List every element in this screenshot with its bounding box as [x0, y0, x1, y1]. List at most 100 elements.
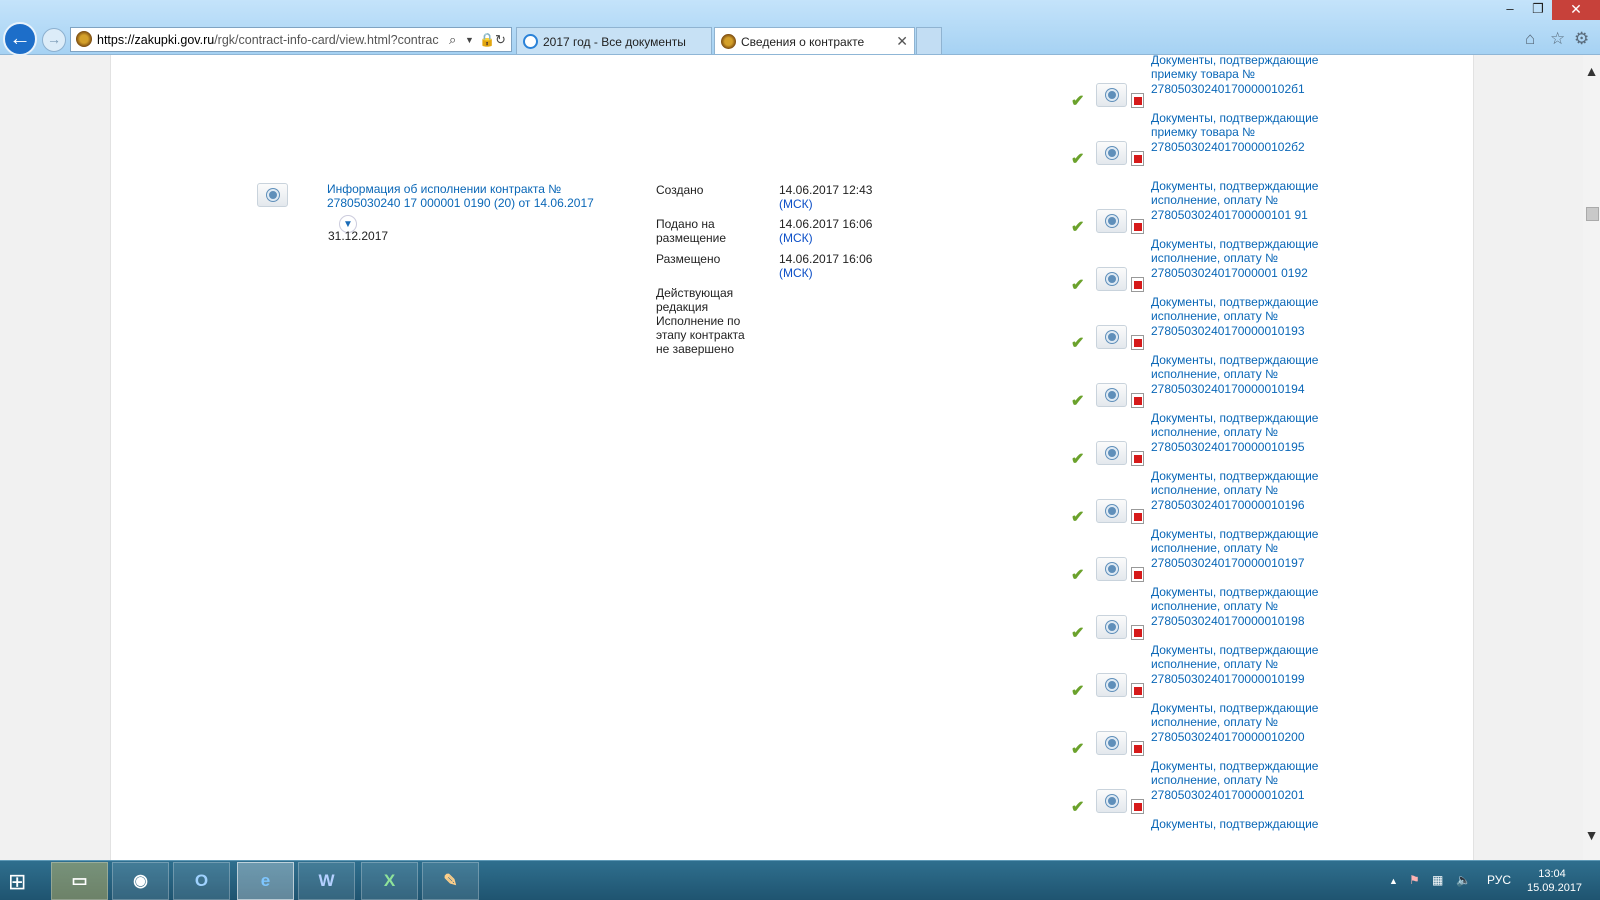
pdf-icon[interactable] — [1131, 509, 1144, 524]
pdf-icon[interactable] — [1131, 93, 1144, 108]
execution-info-link[interactable]: Информация об исполнении контракта № 278… — [327, 182, 617, 210]
pdf-icon[interactable] — [1131, 219, 1144, 234]
ie-icon — [523, 34, 538, 49]
url-host: https://zakupki.gov.ru — [97, 33, 215, 47]
word-icon[interactable]: W — [298, 862, 355, 900]
document-link[interactable]: Документы, подтверждающие исполнение, оп… — [1151, 585, 1351, 628]
clock-date: 15.09.2017 — [1527, 882, 1583, 894]
document-link[interactable]: Документы, подтверждающие исполнение, оп… — [1151, 353, 1351, 396]
signature-button[interactable] — [1096, 325, 1127, 349]
signature-button[interactable] — [1096, 615, 1127, 639]
document-link[interactable]: Документы, подтверждающие исполнение, оп… — [1151, 701, 1351, 744]
signature-button[interactable] — [1096, 441, 1127, 465]
close-tab-icon[interactable]: ✕ — [896, 33, 908, 50]
document-link[interactable]: Документы, подтверждающие исполнение, оп… — [1151, 237, 1351, 280]
back-button[interactable]: ← — [3, 22, 37, 56]
signature-button[interactable] — [1096, 789, 1127, 813]
network-icon[interactable]: ▦ — [1432, 873, 1443, 887]
record-date: 31.12.2017 — [328, 229, 389, 243]
clock-time: 13:04 — [1538, 868, 1566, 880]
excel-icon[interactable]: X — [361, 862, 418, 900]
flag-icon[interactable]: ⚑ — [1409, 873, 1420, 887]
pdf-icon[interactable] — [1131, 335, 1144, 350]
signature-button[interactable] — [1096, 267, 1127, 291]
signature-button[interactable] — [1096, 557, 1127, 581]
pdf-icon[interactable] — [1131, 625, 1144, 640]
document-link[interactable]: Документы, подтверждающие исполнение, оп… — [1151, 179, 1351, 222]
seal-icon — [267, 189, 279, 201]
pdf-icon[interactable] — [1131, 277, 1144, 292]
internet-explorer-icon[interactable]: e — [237, 862, 294, 900]
document-link[interactable]: Документы, подтверждающие приемку товара… — [1151, 111, 1351, 154]
tab-label: Сведения о контракте — [741, 35, 865, 49]
signature-button[interactable] — [1096, 383, 1127, 407]
signature-button[interactable] — [1096, 673, 1127, 697]
home-icon[interactable]: ⌂ — [1525, 29, 1535, 49]
edition-status: Действующая редакция Исполнение по этапу… — [656, 286, 745, 356]
value-submitted: 14.06.2017 16:06 (МСК) — [779, 217, 872, 245]
pdf-icon[interactable] — [1131, 799, 1144, 814]
document-link[interactable]: Документы, подтверждающие приемку товара… — [1151, 55, 1351, 96]
pdf-icon[interactable] — [1131, 683, 1144, 698]
document-link[interactable]: Документы, подтверждающие исполнение, оп… — [1151, 759, 1351, 802]
paint-icon[interactable]: ✎ — [422, 862, 479, 900]
pdf-icon[interactable] — [1131, 567, 1144, 582]
scroll-up-icon[interactable]: ▲ — [1583, 63, 1600, 79]
tray-expand-icon[interactable]: ▲ — [1389, 876, 1398, 886]
close-window-button[interactable]: ✕ — [1552, 0, 1600, 20]
document-link[interactable]: Документы, подтверждающие — [1151, 817, 1351, 831]
submitted-time: 14.06.2017 16:06 — [779, 217, 873, 231]
tab-contract-info[interactable]: Сведения о контракте ✕ — [714, 27, 915, 54]
refresh-icon[interactable]: ↻ — [495, 32, 506, 48]
vertical-scrollbar[interactable]: ▲ ▼ — [1583, 55, 1600, 860]
seal-icon — [1106, 389, 1118, 401]
pdf-icon[interactable] — [1131, 741, 1144, 756]
language-indicator[interactable]: РУС — [1487, 873, 1511, 887]
pdf-icon[interactable] — [1131, 151, 1144, 166]
label-published: Размещено — [656, 252, 721, 266]
restore-button[interactable]: ❐ — [1524, 0, 1552, 20]
gear-icon[interactable]: ⚙ — [1574, 29, 1589, 49]
lock-icon[interactable]: 🔒 — [479, 32, 495, 48]
signature-button[interactable] — [257, 183, 288, 207]
tab-all-documents[interactable]: 2017 год - Все документы — [516, 27, 712, 54]
check-icon: ✔ — [1071, 151, 1085, 168]
speaker-muted-icon[interactable]: 🔈 — [1456, 873, 1471, 887]
signature-button[interactable] — [1096, 209, 1127, 233]
document-link[interactable]: Документы, подтверждающие исполнение, оп… — [1151, 643, 1351, 686]
site-emblem-icon — [76, 31, 92, 47]
windows-start-icon[interactable]: ⊞ — [8, 869, 36, 895]
dropdown-arrow-icon[interactable]: ▼ — [465, 35, 474, 45]
search-icon[interactable]: ⌕ — [449, 32, 456, 48]
check-icon: ✔ — [1071, 509, 1085, 526]
outlook-icon[interactable]: O — [173, 862, 230, 900]
url-text[interactable]: https://zakupki.gov.ru/rgk/contract-info… — [97, 33, 442, 47]
address-bar[interactable]: https://zakupki.gov.ru/rgk/contract-info… — [70, 27, 512, 52]
document-link[interactable]: Документы, подтверждающие исполнение, оп… — [1151, 295, 1351, 338]
url-path: /rgk/contract-info-card/view.html?contra… — [214, 33, 439, 47]
check-icon: ✔ — [1071, 683, 1085, 700]
file-explorer-icon[interactable]: ▭ — [51, 862, 108, 900]
seal-icon — [1106, 331, 1118, 343]
minimize-button[interactable]: – — [1496, 0, 1524, 20]
chrome-icon[interactable]: ◉ — [112, 862, 169, 900]
document-link[interactable]: Документы, подтверждающие исполнение, оп… — [1151, 527, 1351, 570]
signature-button[interactable] — [1096, 141, 1127, 165]
signature-button[interactable] — [1096, 731, 1127, 755]
label-created: Создано — [656, 183, 704, 197]
new-tab-button[interactable] — [916, 27, 942, 54]
scroll-down-icon[interactable]: ▼ — [1583, 827, 1600, 843]
document-link[interactable]: Документы, подтверждающие исполнение, оп… — [1151, 411, 1351, 454]
forward-button[interactable]: → — [42, 28, 66, 52]
signature-button[interactable] — [1096, 83, 1127, 107]
pdf-icon[interactable] — [1131, 451, 1144, 466]
check-icon: ✔ — [1071, 393, 1085, 410]
favorites-icon[interactable]: ☆ — [1550, 29, 1565, 49]
clock[interactable]: 13:04 15.09.2017 — [1527, 867, 1583, 895]
signature-button[interactable] — [1096, 499, 1127, 523]
scroll-thumb[interactable] — [1586, 207, 1599, 221]
seal-icon — [1106, 621, 1118, 633]
document-link[interactable]: Документы, подтверждающие исполнение, оп… — [1151, 469, 1351, 512]
check-icon: ✔ — [1071, 335, 1085, 352]
pdf-icon[interactable] — [1131, 393, 1144, 408]
